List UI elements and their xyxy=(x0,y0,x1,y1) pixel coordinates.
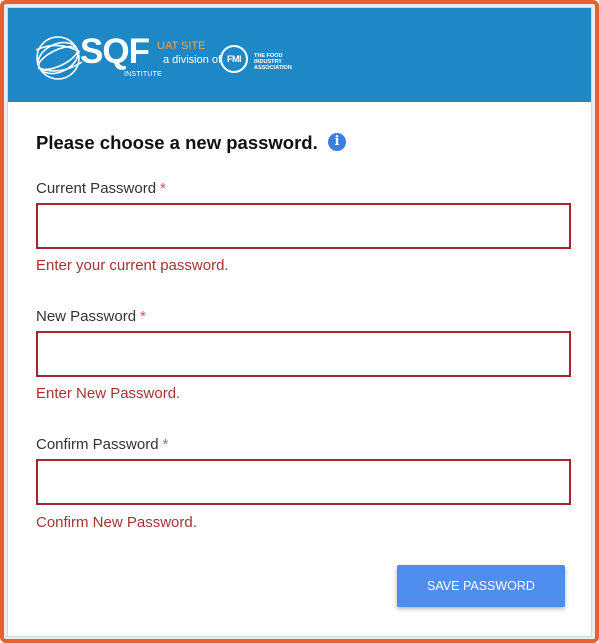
info-icon[interactable]: i xyxy=(328,133,346,151)
uat-site-label: UAT SITE xyxy=(157,40,206,52)
confirm-password-label: Confirm Password * xyxy=(36,436,169,453)
current-password-error: Enter your current password. xyxy=(36,257,229,274)
required-marker: * xyxy=(140,308,146,325)
header-bar: SQF INSTITUTE UAT SITE a division of FMI… xyxy=(8,8,591,102)
new-password-label: New Password * xyxy=(36,308,146,325)
brand-subtitle: INSTITUTE xyxy=(124,71,162,78)
new-password-input[interactable] xyxy=(36,331,571,377)
page-title: Please choose a new password. xyxy=(36,132,318,153)
window-frame: SQF INSTITUTE UAT SITE a division of FMI… xyxy=(0,0,599,643)
password-card: SQF INSTITUTE UAT SITE a division of FMI… xyxy=(7,7,592,637)
confirm-password-error: Confirm New Password. xyxy=(36,514,197,531)
confirm-password-input[interactable] xyxy=(36,459,571,505)
current-password-input[interactable] xyxy=(36,203,571,249)
required-marker: * xyxy=(160,180,166,197)
save-password-button[interactable]: SAVE PASSWORD xyxy=(397,565,565,607)
fmi-logo-icon: FMI xyxy=(220,45,248,73)
new-password-error: Enter New Password. xyxy=(36,385,181,402)
required-marker: * xyxy=(162,436,169,453)
current-password-label: Current Password * xyxy=(36,180,166,197)
partner-name: THE FOOD INDUSTRY ASSOCIATION xyxy=(254,53,292,71)
brand-name: SQF xyxy=(80,32,150,71)
division-label: a division of xyxy=(163,54,222,66)
